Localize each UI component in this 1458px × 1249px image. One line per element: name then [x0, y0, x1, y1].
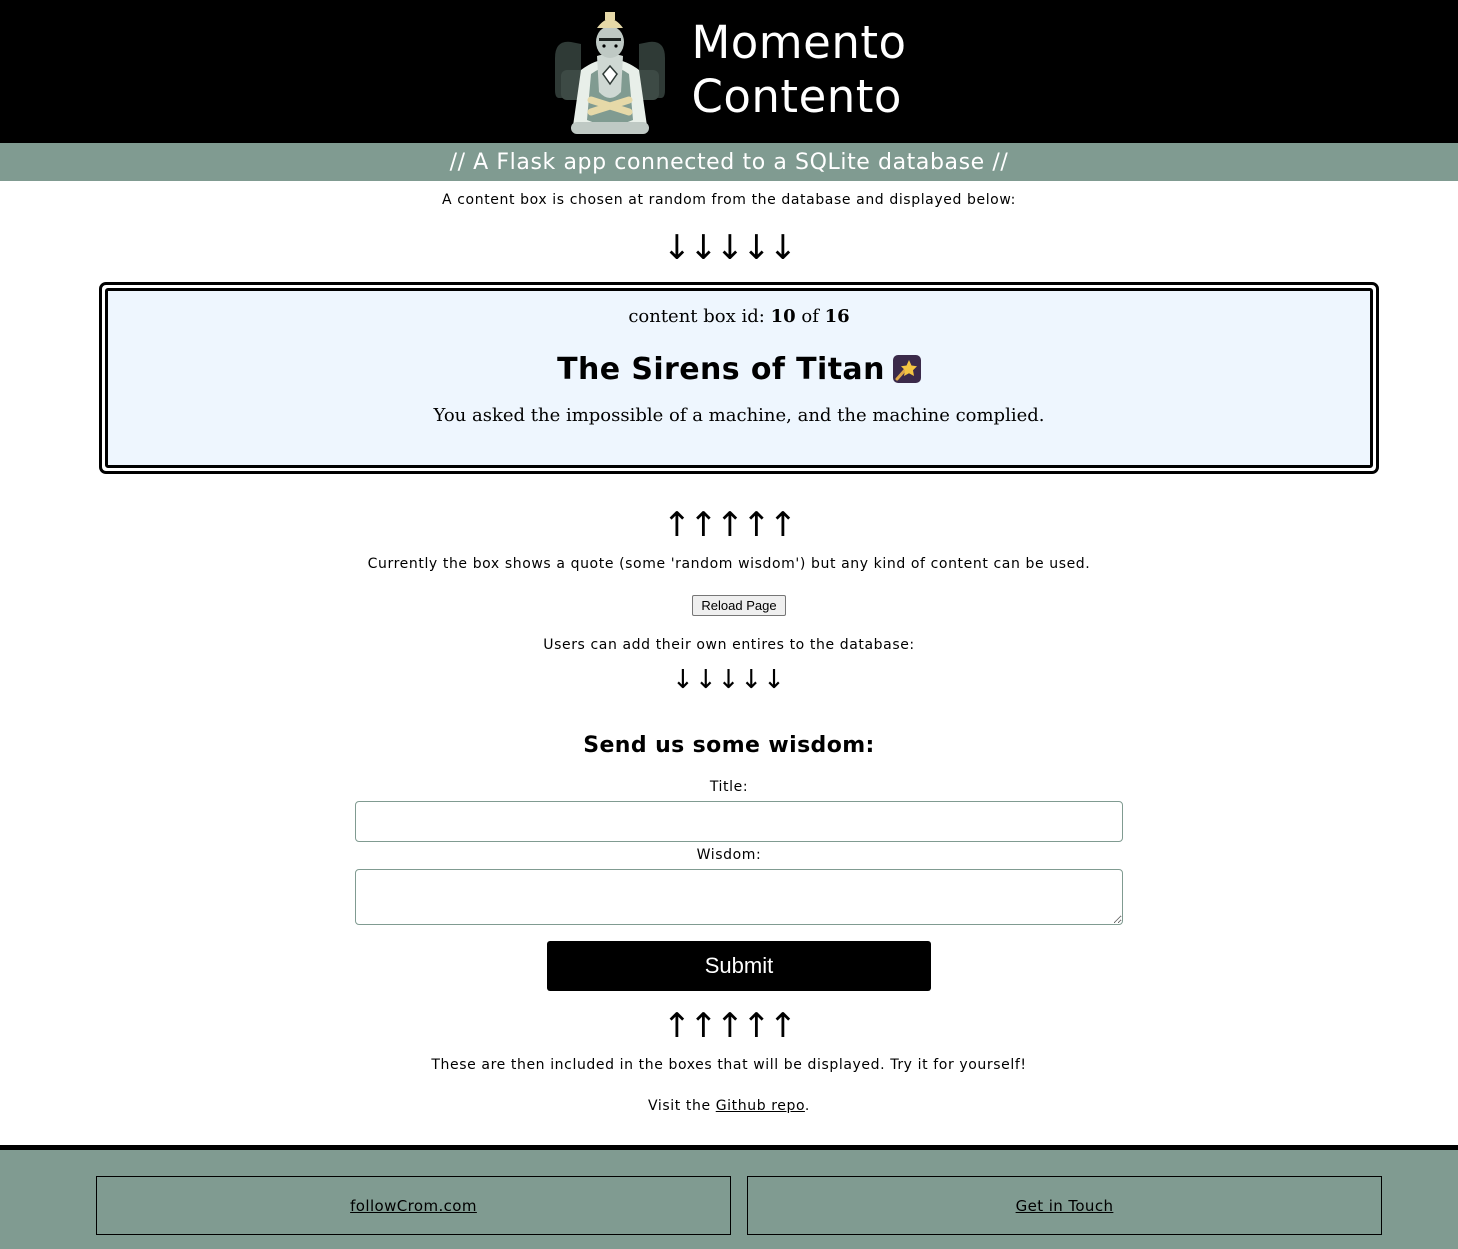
submit-button[interactable]: Submit: [547, 941, 931, 991]
content-box: content box id: 10 of 16 The Sirens of T…: [99, 282, 1379, 474]
site-title: Momento Contento: [691, 16, 906, 124]
github-repo-link[interactable]: Github repo: [716, 1098, 805, 1114]
subtitle-bar: // A Flask app connected to a SQLite dat…: [0, 143, 1458, 181]
content-box-of-label: of: [801, 306, 819, 327]
reload-page-button[interactable]: Reload Page: [692, 595, 786, 616]
content-box-id: content box id: 10 of 16: [108, 306, 1370, 327]
arrows-up-1: ↑↑↑↑↑: [662, 505, 797, 545]
site-header: Momento Contento: [0, 0, 1458, 143]
content-box-id-label: content box id:: [628, 306, 765, 327]
outro-text: These are then included in the boxes tha…: [431, 1057, 1027, 1073]
content-description: Currently the box shows a quote (some 'r…: [367, 556, 1091, 572]
arrows-down-2: ↓↓↓↓↓: [672, 665, 786, 695]
title-label: Title:: [709, 779, 749, 795]
content-box-quote: You asked the impossible of a machine, a…: [433, 405, 1045, 426]
content-box-inner: content box id: 10 of 16 The Sirens of T…: [105, 288, 1373, 468]
footer-box-right: Get in Touch: [747, 1176, 1382, 1235]
followcrom-link[interactable]: followCrom.com: [350, 1197, 477, 1215]
wisdom-label: Wisdom:: [696, 847, 762, 863]
content-box-id-value: 10: [770, 306, 796, 327]
site-title-line2: Contento: [691, 69, 902, 123]
subtitle: // A Flask app connected to a SQLite dat…: [449, 149, 1009, 175]
content-box-total: 16: [824, 306, 850, 327]
arrows-down-1: ↓↓↓↓↓: [662, 228, 797, 268]
visit-suffix: .: [804, 1098, 810, 1114]
footer: followCrom.com Get in Touch: [0, 1150, 1458, 1249]
visit-prefix: Visit the: [648, 1098, 716, 1114]
users-add-text: Users can add their own entires to the d…: [543, 637, 915, 653]
get-in-touch-link[interactable]: Get in Touch: [1016, 1197, 1114, 1215]
footer-box-left: followCrom.com: [96, 1176, 731, 1235]
arrows-up-2: ↑↑↑↑↑: [662, 1006, 797, 1046]
site-title-line1: Momento: [691, 15, 907, 69]
shooting-star-icon: [892, 355, 921, 383]
visit-repo-text: Visit the Github repo.: [0, 1098, 1458, 1114]
form-heading: Send us some wisdom:: [583, 733, 875, 758]
content-box-title: The Sirens of Titan: [557, 352, 885, 387]
wizard-logo-icon: [555, 11, 666, 134]
intro-text: A content box is chosen at random from t…: [442, 192, 1016, 208]
content-box-title-row: The Sirens of Titan: [108, 352, 1370, 387]
wisdom-textarea[interactable]: [355, 869, 1123, 925]
title-input[interactable]: [355, 801, 1123, 842]
